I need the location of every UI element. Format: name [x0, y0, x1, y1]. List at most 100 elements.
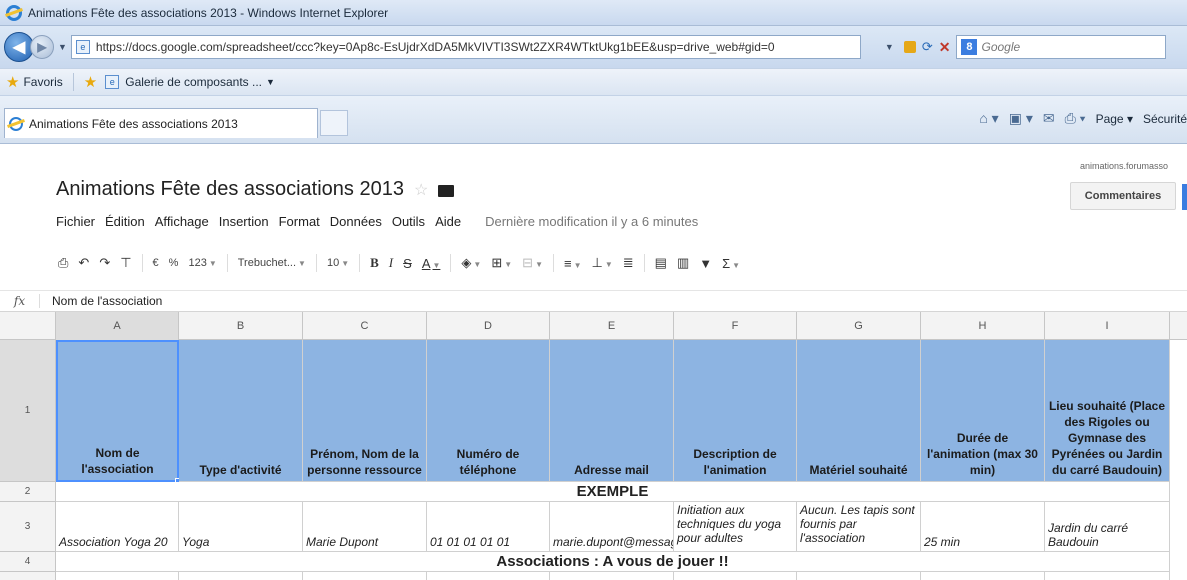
address-bar[interactable]: e https://docs.google.com/spreadsheet/cc… — [70, 35, 861, 59]
header-cell-g[interactable]: Matériel souhaité — [797, 340, 921, 482]
column-header-c[interactable]: C — [303, 312, 427, 340]
row-header-4[interactable]: 4 — [0, 552, 56, 572]
new-tab-button[interactable] — [320, 110, 348, 136]
call-to-action-cell[interactable]: Associations : A vous de jouer !! — [56, 552, 1170, 572]
column-header-e[interactable]: E — [550, 312, 674, 340]
undo-icon[interactable]: ↶ — [78, 255, 89, 271]
bold-button[interactable]: B — [370, 255, 379, 271]
menu-fichier[interactable]: Fichier — [56, 214, 95, 229]
tab-animations[interactable]: Animations Fête des associations 2013 — [4, 108, 318, 138]
feeds-icon[interactable]: ▣ ▾ — [1009, 110, 1033, 127]
strikethrough-button[interactable]: S — [403, 256, 412, 271]
home-icon[interactable]: ⌂ ▾ — [979, 110, 998, 127]
percent-button[interactable]: % — [169, 257, 179, 269]
row-header-1[interactable]: 1 — [0, 340, 56, 482]
print-icon[interactable]: ⎙ ▾ — [1065, 110, 1086, 127]
italic-button[interactable]: I — [389, 255, 393, 271]
menu-affichage[interactable]: Affichage — [155, 214, 209, 229]
table-cell[interactable] — [427, 572, 550, 580]
print-icon[interactable]: ⎙ — [58, 255, 68, 271]
header-cell-c[interactable]: Prénom, Nom de la personne ressource — [303, 340, 427, 482]
table-cell[interactable] — [303, 572, 427, 580]
align-icon[interactable]: ≡ ▼ — [564, 256, 582, 271]
menu-edition[interactable]: Édition — [105, 214, 145, 229]
row-header-5[interactable] — [0, 572, 56, 580]
column-header-h[interactable]: H — [921, 312, 1045, 340]
column-header-b[interactable]: B — [179, 312, 303, 340]
chart-icon[interactable]: ▥ — [677, 255, 689, 271]
example-cell-c[interactable]: Marie Dupont — [303, 502, 427, 552]
example-cell-b[interactable]: Yoga — [179, 502, 303, 552]
column-header-a[interactable]: A — [56, 312, 179, 340]
table-cell[interactable] — [179, 572, 303, 580]
formula-input[interactable]: Nom de l'association — [40, 294, 162, 308]
search-input[interactable]: 8 Google — [956, 35, 1167, 59]
borders-icon[interactable]: ⊞ ▼ — [491, 255, 512, 271]
header-cell-e[interactable]: Adresse mail — [550, 340, 674, 482]
example-label-cell[interactable]: EXEMPLE — [56, 482, 1170, 502]
folder-icon[interactable] — [438, 184, 455, 197]
address-dropdown-icon[interactable]: ▼ — [885, 42, 894, 52]
number-format-button[interactable]: 123 ▼ — [188, 257, 216, 269]
last-modified[interactable]: Dernière modification il y a 6 minutes — [485, 214, 698, 229]
menu-format[interactable]: Format — [279, 214, 320, 229]
forward-button[interactable]: ▶ — [30, 35, 54, 59]
header-cell-d[interactable]: Numéro de téléphone — [427, 340, 550, 482]
example-cell-h[interactable]: 25 min — [921, 502, 1045, 552]
wrap-text-icon[interactable]: ≣ — [623, 255, 634, 271]
security-menu[interactable]: Sécurité — [1143, 112, 1187, 126]
table-cell[interactable] — [56, 572, 179, 580]
header-cell-f[interactable]: Description de l'animation — [674, 340, 797, 482]
redo-icon[interactable]: ↷ — [99, 255, 110, 271]
header-cell-b[interactable]: Type d'activité — [179, 340, 303, 482]
menu-donnees[interactable]: Données — [330, 214, 382, 229]
comments-button[interactable]: Commentaires — [1070, 182, 1176, 210]
table-cell[interactable] — [674, 572, 797, 580]
valign-icon[interactable]: ⊥ ▼ — [592, 255, 613, 271]
add-favorite-icon[interactable]: ★ — [84, 73, 97, 91]
row-header-2[interactable]: 2 — [0, 482, 56, 502]
favorites-button[interactable]: Favoris — [23, 75, 62, 89]
mail-icon[interactable]: ✉ — [1043, 110, 1055, 127]
fav-link-galerie[interactable]: Galerie de composants ... — [125, 75, 262, 89]
example-cell-e[interactable]: marie.dupont@messagerie.fr — [550, 502, 674, 552]
user-email[interactable]: animations.forumasso — [1080, 161, 1168, 171]
column-header-g[interactable]: G — [797, 312, 921, 340]
lock-icon[interactable] — [903, 41, 916, 53]
menu-insertion[interactable]: Insertion — [219, 214, 269, 229]
page-title[interactable]: Animations Fête des associations 2013 — [56, 178, 404, 201]
page-menu[interactable]: Page ▾ — [1096, 112, 1133, 126]
example-cell-g[interactable]: Aucun. Les tapis sont fournis par l'asso… — [797, 502, 921, 552]
text-color-button[interactable]: A ▼ — [422, 256, 441, 271]
column-header-d[interactable]: D — [427, 312, 550, 340]
stop-icon[interactable]: ✕ — [939, 39, 951, 56]
example-cell-f[interactable]: Initiation aux techniques du yoga pour a… — [674, 502, 797, 552]
column-header-i[interactable]: I — [1045, 312, 1170, 340]
font-select[interactable]: Trebuchet... ▼ — [238, 257, 306, 269]
table-cell[interactable] — [797, 572, 921, 580]
header-cell-i[interactable]: Lieu souhaité (Place des Rigoles ou Gymn… — [1045, 340, 1170, 482]
fill-color-icon[interactable]: ◈ ▼ — [461, 255, 481, 271]
currency-button[interactable]: € — [153, 257, 159, 269]
comment-icon[interactable]: ▤ — [655, 255, 667, 271]
table-cell[interactable] — [921, 572, 1045, 580]
functions-button[interactable]: Σ ▼ — [722, 256, 740, 271]
table-cell[interactable] — [550, 572, 674, 580]
header-cell-a[interactable]: Nom de l'association — [56, 340, 179, 482]
merge-cells-icon[interactable]: ⊟ ▼ — [522, 255, 543, 271]
share-button[interactable] — [1182, 184, 1187, 210]
table-cell[interactable] — [1045, 572, 1170, 580]
history-dropdown-icon[interactable]: ▼ — [58, 42, 67, 52]
menu-outils[interactable]: Outils — [392, 214, 425, 229]
refresh-icon[interactable]: ⟳ — [922, 39, 933, 55]
star-icon[interactable]: ☆ — [414, 180, 428, 200]
header-cell-h[interactable]: Durée de l'animation (max 30 min) — [921, 340, 1045, 482]
font-size-select[interactable]: 10 ▼ — [327, 257, 349, 269]
column-header-f[interactable]: F — [674, 312, 797, 340]
example-cell-i[interactable]: Jardin du carré Baudouin — [1045, 502, 1170, 552]
row-header-3[interactable]: 3 — [0, 502, 56, 552]
example-cell-a[interactable]: Association Yoga 20 — [56, 502, 179, 552]
example-cell-d[interactable]: 01 01 01 01 01 — [427, 502, 550, 552]
select-all-corner[interactable] — [0, 312, 56, 340]
chevron-down-icon[interactable]: ▼ — [266, 77, 275, 87]
